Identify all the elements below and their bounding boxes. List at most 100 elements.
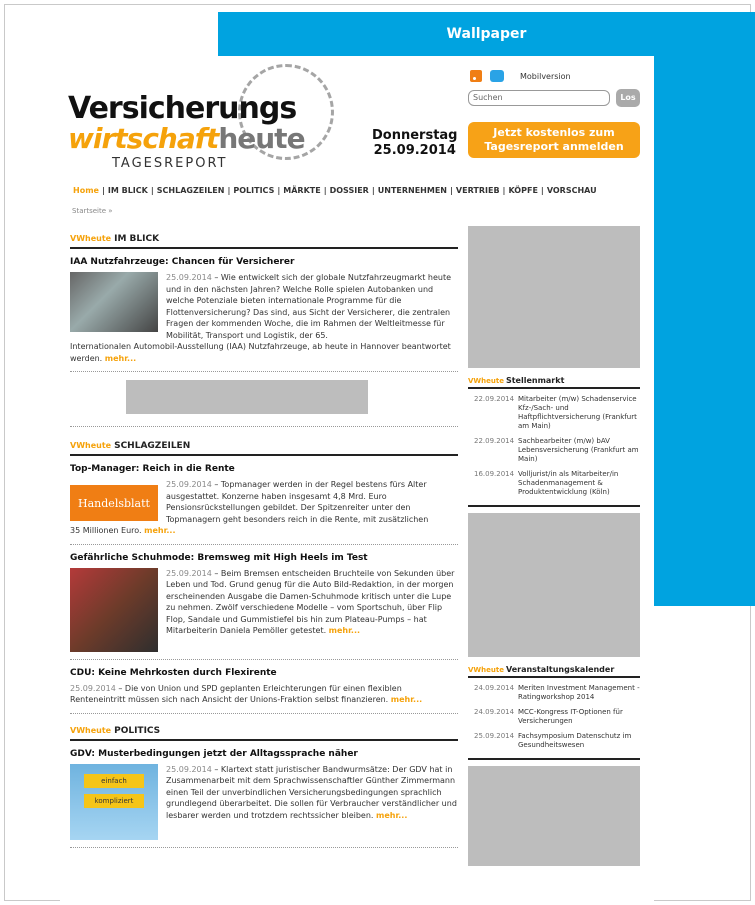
ad-skyscraper[interactable]: [468, 766, 640, 866]
article-date: 25.09.2014: [166, 480, 212, 489]
article-text: 25.09.2014 – Beim Bremsen entscheiden Br…: [166, 568, 458, 652]
more-link[interactable]: mehr...: [105, 354, 136, 363]
header-icons: Mobilversion: [470, 70, 571, 82]
article-text: 25.09.2014 – Wie entwickelt sich der glo…: [166, 272, 458, 341]
divider: [468, 756, 640, 760]
divider: [468, 503, 640, 507]
article-text: 25.09.2014 – Die von Union und SPD gepla…: [70, 683, 458, 706]
section-tag: VWheute: [70, 725, 112, 735]
article-image[interactable]: [70, 567, 158, 652]
section-header-politics: VWheute POLITICS: [70, 726, 458, 741]
job-date: 22.09.2014: [474, 437, 515, 445]
section-tag: VWheute: [70, 234, 112, 243]
job-date: 16.09.2014: [474, 470, 515, 478]
section-title: IM BLICK: [114, 234, 160, 244]
article-body: – Beim Bremsen entscheiden Bruchteile vo…: [166, 568, 455, 636]
article: Handelsblatt 25.09.2014 – Topmanager wer…: [70, 479, 458, 525]
more-link[interactable]: mehr...: [329, 626, 360, 635]
sign-einfach: einfach: [84, 773, 144, 788]
job-date: 22.09.2014: [474, 395, 515, 403]
event-title: Fachsymposium Datenschutz im Gesundheits…: [518, 732, 632, 749]
logo-wirtschaft: wirtschaft: [68, 122, 219, 155]
section-tag: VWheute: [70, 441, 112, 450]
divider: [70, 543, 458, 545]
article-text-cont: 35 Millionen Euro. mehr...: [70, 525, 458, 537]
event-date: 25.09.2014: [474, 732, 515, 740]
job-item[interactable]: 22.09.2014 Mitarbeiter (m/w) Schadenservi…: [468, 395, 640, 431]
more-link[interactable]: mehr...: [144, 526, 175, 535]
job-item[interactable]: 22.09.2014 Sachbearbeiter (m/w) bAV Leben…: [468, 437, 640, 464]
sidebar-header-stellenmarkt: VWheute Stellenmarkt: [468, 376, 640, 389]
event-date: 24.09.2014: [474, 684, 515, 692]
article-date: 25.09.2014: [166, 568, 212, 578]
job-item[interactable]: 16.09.2014 Volljurist/in als Mitarbeiter/…: [468, 470, 640, 497]
section-title: SCHLAGZEILEN: [114, 441, 191, 451]
search-button[interactable]: Los: [616, 89, 640, 107]
article-image[interactable]: einfach kompliziert: [70, 763, 158, 840]
divider: [70, 371, 458, 372]
sign-kompliziert: kompliziert: [84, 793, 144, 808]
event-title: MCC-Kongress IT-Optionen für Versicherun…: [518, 708, 623, 725]
article: 25.09.2014 – Wie entwickelt sich der glo…: [70, 272, 458, 341]
wallpaper-side-panel[interactable]: [654, 56, 755, 606]
article-headline[interactable]: GDV: Musterbedingungen jetzt der Alltags…: [70, 749, 458, 759]
twitter-icon[interactable]: [490, 70, 504, 82]
article-date: 25.09.2014: [166, 764, 212, 774]
nav-item-dossier[interactable]: DOSSIER: [327, 186, 372, 195]
nav-item-schlagzeilen[interactable]: SCHLAGZEILEN: [154, 186, 228, 195]
nav-item-vertrieb[interactable]: VERTRIEB: [453, 186, 503, 195]
article: 25.09.2014 – Beim Bremsen entscheiden Br…: [70, 567, 458, 652]
nav-item-im-blick[interactable]: IM BLICK: [105, 186, 151, 195]
article-headline[interactable]: Top-Manager: Reich in die Rente: [70, 464, 458, 474]
sidebar-header-veranstaltungen: VWheute Veranstaltungskalender: [468, 665, 640, 678]
section-header-schlagzeilen: VWheute SCHLAGZEILEN: [70, 441, 458, 456]
nav-item-maerkte[interactable]: MÄRKTE: [280, 186, 323, 195]
search-input[interactable]: Suchen: [468, 90, 610, 106]
article-date: 25.09.2014: [70, 683, 116, 693]
article-text: 25.09.2014 – Topmanager werden in der Re…: [166, 479, 458, 525]
logo-line-1: Versicherungs: [68, 91, 297, 126]
site-logo[interactable]: Versicherungs wirtschaftheute TAGESREPOR…: [68, 91, 306, 172]
article-headline[interactable]: CDU: Keine Mehrkosten durch Flexirente: [70, 668, 458, 678]
logo-tagline: TAGESREPORT: [112, 156, 228, 171]
newsletter-page: Versicherungs wirtschaftheute TAGESREPOR…: [60, 56, 654, 901]
event-item[interactable]: 24.09.2014 MCC-Kongress IT-Optionen für V…: [468, 708, 640, 726]
nav-item-home[interactable]: Home: [70, 186, 102, 195]
section-header-im-blick: VWheute IM BLICK: [70, 234, 458, 249]
event-item[interactable]: 25.09.2014 Fachsymposium Datenschutz im G…: [468, 732, 640, 750]
article-body: – Wie entwickelt sich der globale Nutzfa…: [166, 273, 452, 340]
ad-skyscraper[interactable]: [468, 513, 640, 657]
ad-banner[interactable]: [126, 380, 368, 414]
event-item[interactable]: 24.09.2014 Meriten Investment Management …: [468, 684, 640, 702]
job-title: Mitarbeiter (m/w) Schadenservice Kfz-/Sa…: [518, 395, 637, 430]
article-text-cont: Internationalen Automobil-Ausstellung (I…: [70, 341, 458, 364]
nav-item-vorschau[interactable]: VORSCHAU: [544, 186, 600, 195]
handelsblatt-logo[interactable]: Handelsblatt: [70, 485, 158, 521]
section-tag: VWheute: [468, 377, 504, 385]
mobile-version-link[interactable]: Mobilversion: [520, 72, 571, 81]
article-headline[interactable]: Gefährliche Schuhmode: Bremsweg mit High…: [70, 553, 458, 563]
event-title: Meriten Investment Management - Ratingwo…: [518, 684, 640, 701]
sidebar: VWheute Stellenmarkt 22.09.2014 Mitarbeite…: [468, 226, 640, 866]
sidebar-title: Stellenmarkt: [505, 376, 565, 385]
main-column: VWheute IM BLICK IAA Nutzfahrzeuge: Chanc…: [70, 234, 458, 856]
more-link[interactable]: mehr...: [391, 695, 422, 704]
article-headline[interactable]: IAA Nutzfahrzeuge: Chancen für Versicher…: [70, 257, 458, 267]
date-display: Donnerstag 25.09.2014: [372, 128, 458, 158]
rss-icon[interactable]: [470, 70, 482, 82]
article-text: 25.09.2014 – Klartext statt juristischer…: [166, 764, 458, 840]
wallpaper-banner[interactable]: Wallpaper: [218, 12, 755, 56]
nav-item-koepfe[interactable]: KÖPFE: [505, 186, 540, 195]
signup-cta-button[interactable]: Jetzt kostenlos zum Tagesreport anmelden: [468, 122, 640, 158]
nav-item-politics[interactable]: POLITICS: [230, 186, 277, 195]
main-nav: Home | IM BLICK | SCHLAGZEILEN | POLITICS | MÄRK…: [70, 186, 630, 195]
logo-heute: heute: [218, 122, 305, 155]
article-image[interactable]: [70, 272, 158, 332]
more-link[interactable]: mehr...: [376, 811, 407, 820]
logo-line-2: wirtschaftheute: [68, 122, 306, 155]
divider: [70, 712, 458, 714]
ad-skyscraper[interactable]: [468, 226, 640, 368]
breadcrumb[interactable]: Startseite »: [72, 207, 113, 215]
nav-item-unternehmen[interactable]: UNTERNEHMEN: [375, 186, 450, 195]
article-body: – Die von Union und SPD geplanten Erleic…: [70, 683, 402, 705]
